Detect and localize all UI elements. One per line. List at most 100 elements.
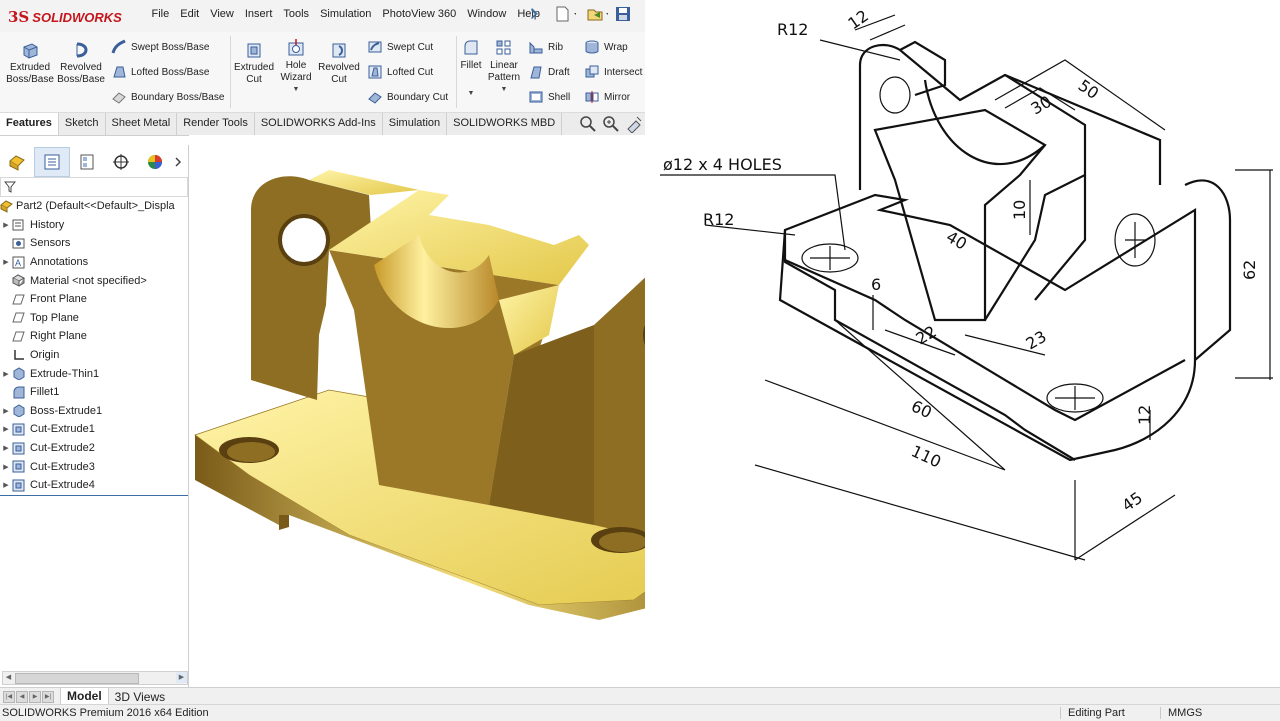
property-manager-tab[interactable]: [34, 147, 70, 177]
linear-pattern-button[interactable]: Linear Pattern ▼: [486, 38, 522, 96]
fillet-dropdown-icon[interactable]: ▼: [468, 88, 475, 100]
status-separator: [1160, 707, 1161, 719]
zoom-to-fit-icon[interactable]: [579, 115, 597, 133]
lofted-cut-button[interactable]: Lofted Cut: [367, 62, 433, 82]
tree-item-top-plane[interactable]: Top Plane: [0, 309, 188, 328]
menu-view[interactable]: View: [205, 8, 240, 20]
tree-item-fillet1[interactable]: Fillet1: [0, 383, 188, 402]
tree-root-part[interactable]: Part2 (Default<<Default>_Displa: [0, 197, 188, 216]
hole-wizard-button[interactable]: Hole Wizard ▼: [276, 38, 316, 96]
menu-simulation[interactable]: Simulation: [315, 8, 377, 20]
quick-access-toolbar: [526, 5, 632, 23]
rib-button[interactable]: Rib: [528, 37, 563, 57]
boundary-cut-button[interactable]: Boundary Cut: [367, 87, 448, 107]
tree-item-annotations[interactable]: ▶ A Annotations: [0, 253, 188, 272]
save-icon[interactable]: [614, 5, 632, 23]
configuration-manager-tab[interactable]: [70, 148, 104, 176]
feature-manager-tab[interactable]: [0, 148, 34, 176]
expand-icon[interactable]: ▶: [0, 481, 12, 489]
first-tab-icon[interactable]: |◀: [3, 690, 15, 703]
tab-model[interactable]: Model: [60, 688, 109, 705]
tree-item-history[interactable]: ▶ History: [0, 216, 188, 235]
pin-icon[interactable]: [526, 5, 544, 23]
shell-button[interactable]: Shell: [528, 87, 570, 107]
tree-item-label: Annotations: [30, 256, 89, 269]
mirror-button[interactable]: Mirror: [584, 87, 630, 107]
boundary-cut-label: Boundary Cut: [387, 91, 449, 103]
menu-insert[interactable]: Insert: [239, 8, 278, 20]
dim-30: 30: [1028, 92, 1055, 119]
new-document-icon[interactable]: [550, 5, 576, 23]
revolved-boss-button[interactable]: Revolved Boss/Base: [56, 40, 106, 86]
swept-boss-button[interactable]: Swept Boss/Base: [111, 37, 209, 57]
manager-tabs: [0, 147, 188, 177]
part-model[interactable]: [189, 135, 744, 687]
boundary-boss-button[interactable]: Boundary Boss/Base: [111, 87, 224, 107]
solidworks-logo[interactable]: 3S SOLIDWORKS: [8, 6, 130, 28]
tree-item-cut-extrude2[interactable]: ▶ Cut-Extrude2: [0, 439, 188, 458]
open-document-icon[interactable]: [582, 5, 608, 23]
intersect-button[interactable]: Intersect: [584, 62, 642, 82]
draft-button[interactable]: Draft: [528, 62, 570, 82]
previous-view-icon[interactable]: [625, 115, 643, 133]
last-tab-icon[interactable]: ▶|: [42, 690, 54, 703]
prev-tab-icon[interactable]: ◀: [16, 690, 28, 703]
scroll-thumb[interactable]: [15, 673, 139, 684]
tree-filter[interactable]: [0, 177, 188, 197]
expand-icon[interactable]: ▶: [0, 221, 12, 229]
tree-item-right-plane[interactable]: Right Plane: [0, 327, 188, 346]
tab-render-tools[interactable]: Render Tools: [177, 113, 255, 135]
tab-simulation[interactable]: Simulation: [383, 113, 448, 135]
tree-item-sensors[interactable]: Sensors: [0, 234, 188, 253]
expand-icon[interactable]: ▶: [0, 370, 12, 378]
tree-item-origin[interactable]: Origin: [0, 346, 188, 365]
menu-window[interactable]: Window: [462, 8, 512, 20]
lofted-boss-icon: [113, 66, 126, 78]
revolved-cut-button[interactable]: Revolved Cut: [316, 40, 362, 86]
expand-icon[interactable]: ▶: [0, 258, 12, 266]
hole-wizard-dropdown-icon[interactable]: ▼: [293, 84, 300, 96]
tree-item-front-plane[interactable]: Front Plane: [0, 290, 188, 309]
tab-features[interactable]: Features: [0, 113, 59, 135]
hole-wizard-label-2: Wizard: [280, 72, 312, 83]
tab-3d-views[interactable]: 3D Views: [109, 689, 171, 705]
scroll-right-icon[interactable]: ▶: [176, 672, 187, 683]
tree-item-extrude-thin1[interactable]: ▶ Extrude-Thin1: [0, 364, 188, 383]
tab-sheet-metal[interactable]: Sheet Metal: [106, 113, 178, 135]
command-separator: [456, 36, 457, 108]
more-tabs-chevron[interactable]: [172, 148, 184, 176]
dimxpert-manager-tab[interactable]: [104, 148, 138, 176]
extruded-boss-button[interactable]: Extruded Boss/Base: [6, 40, 54, 86]
hole-wizard-label-1: Hole: [285, 60, 307, 71]
tree-item-cut-extrude1[interactable]: ▶ Cut-Extrude1: [0, 420, 188, 439]
extruded-cut-button[interactable]: Extruded Cut: [232, 40, 276, 86]
graphics-area[interactable]: [189, 135, 744, 687]
tree-item-cut-extrude3[interactable]: ▶ Cut-Extrude3: [0, 457, 188, 476]
tab-mbd[interactable]: SOLIDWORKS MBD: [447, 113, 563, 135]
rollback-bar[interactable]: [0, 495, 188, 496]
next-tab-icon[interactable]: ▶: [29, 690, 41, 703]
linear-pattern-dropdown-icon[interactable]: ▼: [501, 84, 508, 96]
horizontal-scrollbar[interactable]: ◀ ▶: [2, 671, 188, 685]
tree-item-boss-extrude1[interactable]: ▶ Boss-Extrude1: [0, 402, 188, 421]
swept-cut-button[interactable]: Swept Cut: [367, 37, 433, 57]
tab-sketch[interactable]: Sketch: [59, 113, 106, 135]
menu-tools[interactable]: Tools: [278, 8, 315, 20]
tree-item-material[interactable]: Material <not specified>: [0, 271, 188, 290]
display-manager-tab[interactable]: [138, 148, 172, 176]
menu-file[interactable]: File: [146, 8, 175, 20]
expand-icon[interactable]: ▶: [0, 407, 12, 415]
expand-icon[interactable]: ▶: [0, 444, 12, 452]
tree-item-cut-extrude4[interactable]: ▶ Cut-Extrude4: [0, 476, 188, 495]
tab-addins[interactable]: SOLIDWORKS Add-Ins: [255, 113, 383, 135]
menu-photoview[interactable]: PhotoView 360: [377, 8, 462, 20]
expand-icon[interactable]: ▶: [0, 425, 12, 433]
status-units[interactable]: MMGS: [1168, 705, 1202, 721]
expand-icon[interactable]: ▶: [0, 463, 12, 471]
menu-edit[interactable]: Edit: [175, 8, 205, 20]
lofted-boss-button[interactable]: Lofted Boss/Base: [111, 62, 209, 82]
fillet-button[interactable]: Fillet ▼: [458, 38, 484, 100]
wrap-button[interactable]: Wrap: [584, 37, 628, 57]
zoom-area-icon[interactable]: [602, 115, 620, 133]
scroll-left-icon[interactable]: ◀: [3, 672, 14, 683]
